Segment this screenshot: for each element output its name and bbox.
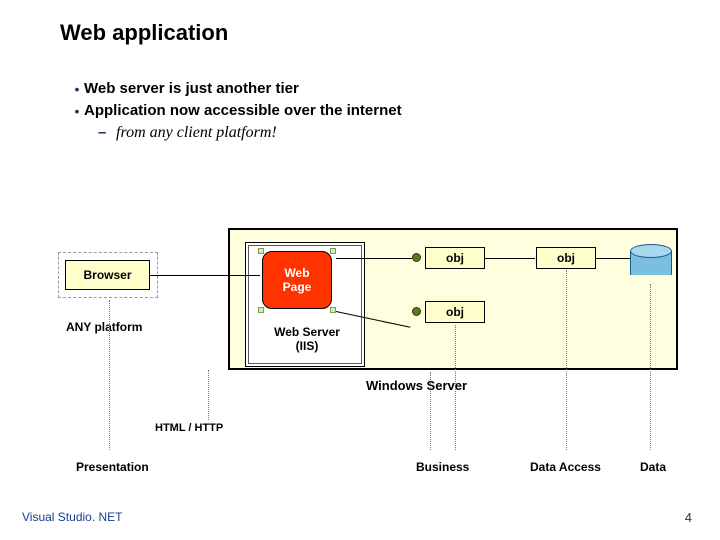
obj-box: obj: [425, 301, 485, 323]
browser-box: Browser: [65, 260, 150, 290]
sub-bullet-item: – from any client platform!: [98, 124, 402, 142]
html-http-label: HTML / HTTP: [155, 422, 223, 434]
page-number: 4: [685, 510, 692, 525]
connector-dot-icon: [412, 307, 421, 316]
resize-handle-icon: [330, 248, 336, 254]
bullet-item: • Web server is just another tier: [70, 80, 402, 98]
resize-handle-icon: [258, 307, 264, 313]
obj-label: obj: [446, 251, 464, 265]
connector-line: [336, 258, 412, 259]
web-server-label: Web Server (IIS): [262, 325, 352, 353]
obj-label: obj: [446, 305, 464, 319]
bullet-text: Web server is just another tier: [84, 80, 299, 97]
connector-line: [150, 275, 260, 276]
windows-server-label: Windows Server: [366, 378, 467, 393]
connector-line: [596, 258, 630, 259]
resize-handle-icon: [330, 307, 336, 313]
resize-handle-icon: [258, 248, 264, 254]
database-icon: [630, 244, 672, 280]
tier-divider: [650, 284, 651, 450]
any-platform-label: ANY platform: [66, 320, 142, 334]
bullet-item: • Application now accessible over the in…: [70, 102, 402, 120]
tier-business: Business: [416, 460, 469, 474]
slide-title: Web application: [60, 20, 228, 46]
connector-line: [485, 258, 535, 259]
bullet-dot-icon: •: [70, 102, 84, 120]
dash-icon: –: [98, 124, 116, 141]
tier-data: Data: [640, 460, 666, 474]
tier-presentation: Presentation: [76, 460, 149, 474]
footer-text: Visual Studio. NET: [22, 510, 123, 524]
obj-box: obj: [425, 247, 485, 269]
bullet-dot-icon: •: [70, 80, 84, 98]
bullet-list: • Web server is just another tier • Appl…: [70, 80, 402, 142]
bullet-text: Application now accessible over the inte…: [84, 102, 402, 119]
obj-box: obj: [536, 247, 596, 269]
browser-label: Browser: [83, 268, 131, 282]
tier-divider: [208, 370, 209, 420]
obj-label: obj: [557, 251, 575, 265]
tier-divider: [109, 300, 110, 450]
web-page-box: Web Page: [262, 251, 332, 309]
sub-bullet-text: from any client platform!: [116, 124, 277, 142]
tier-divider: [566, 270, 567, 450]
tier-data-access: Data Access: [530, 460, 601, 474]
connector-dot-icon: [412, 253, 421, 262]
web-page-label: Web Page: [283, 266, 312, 294]
